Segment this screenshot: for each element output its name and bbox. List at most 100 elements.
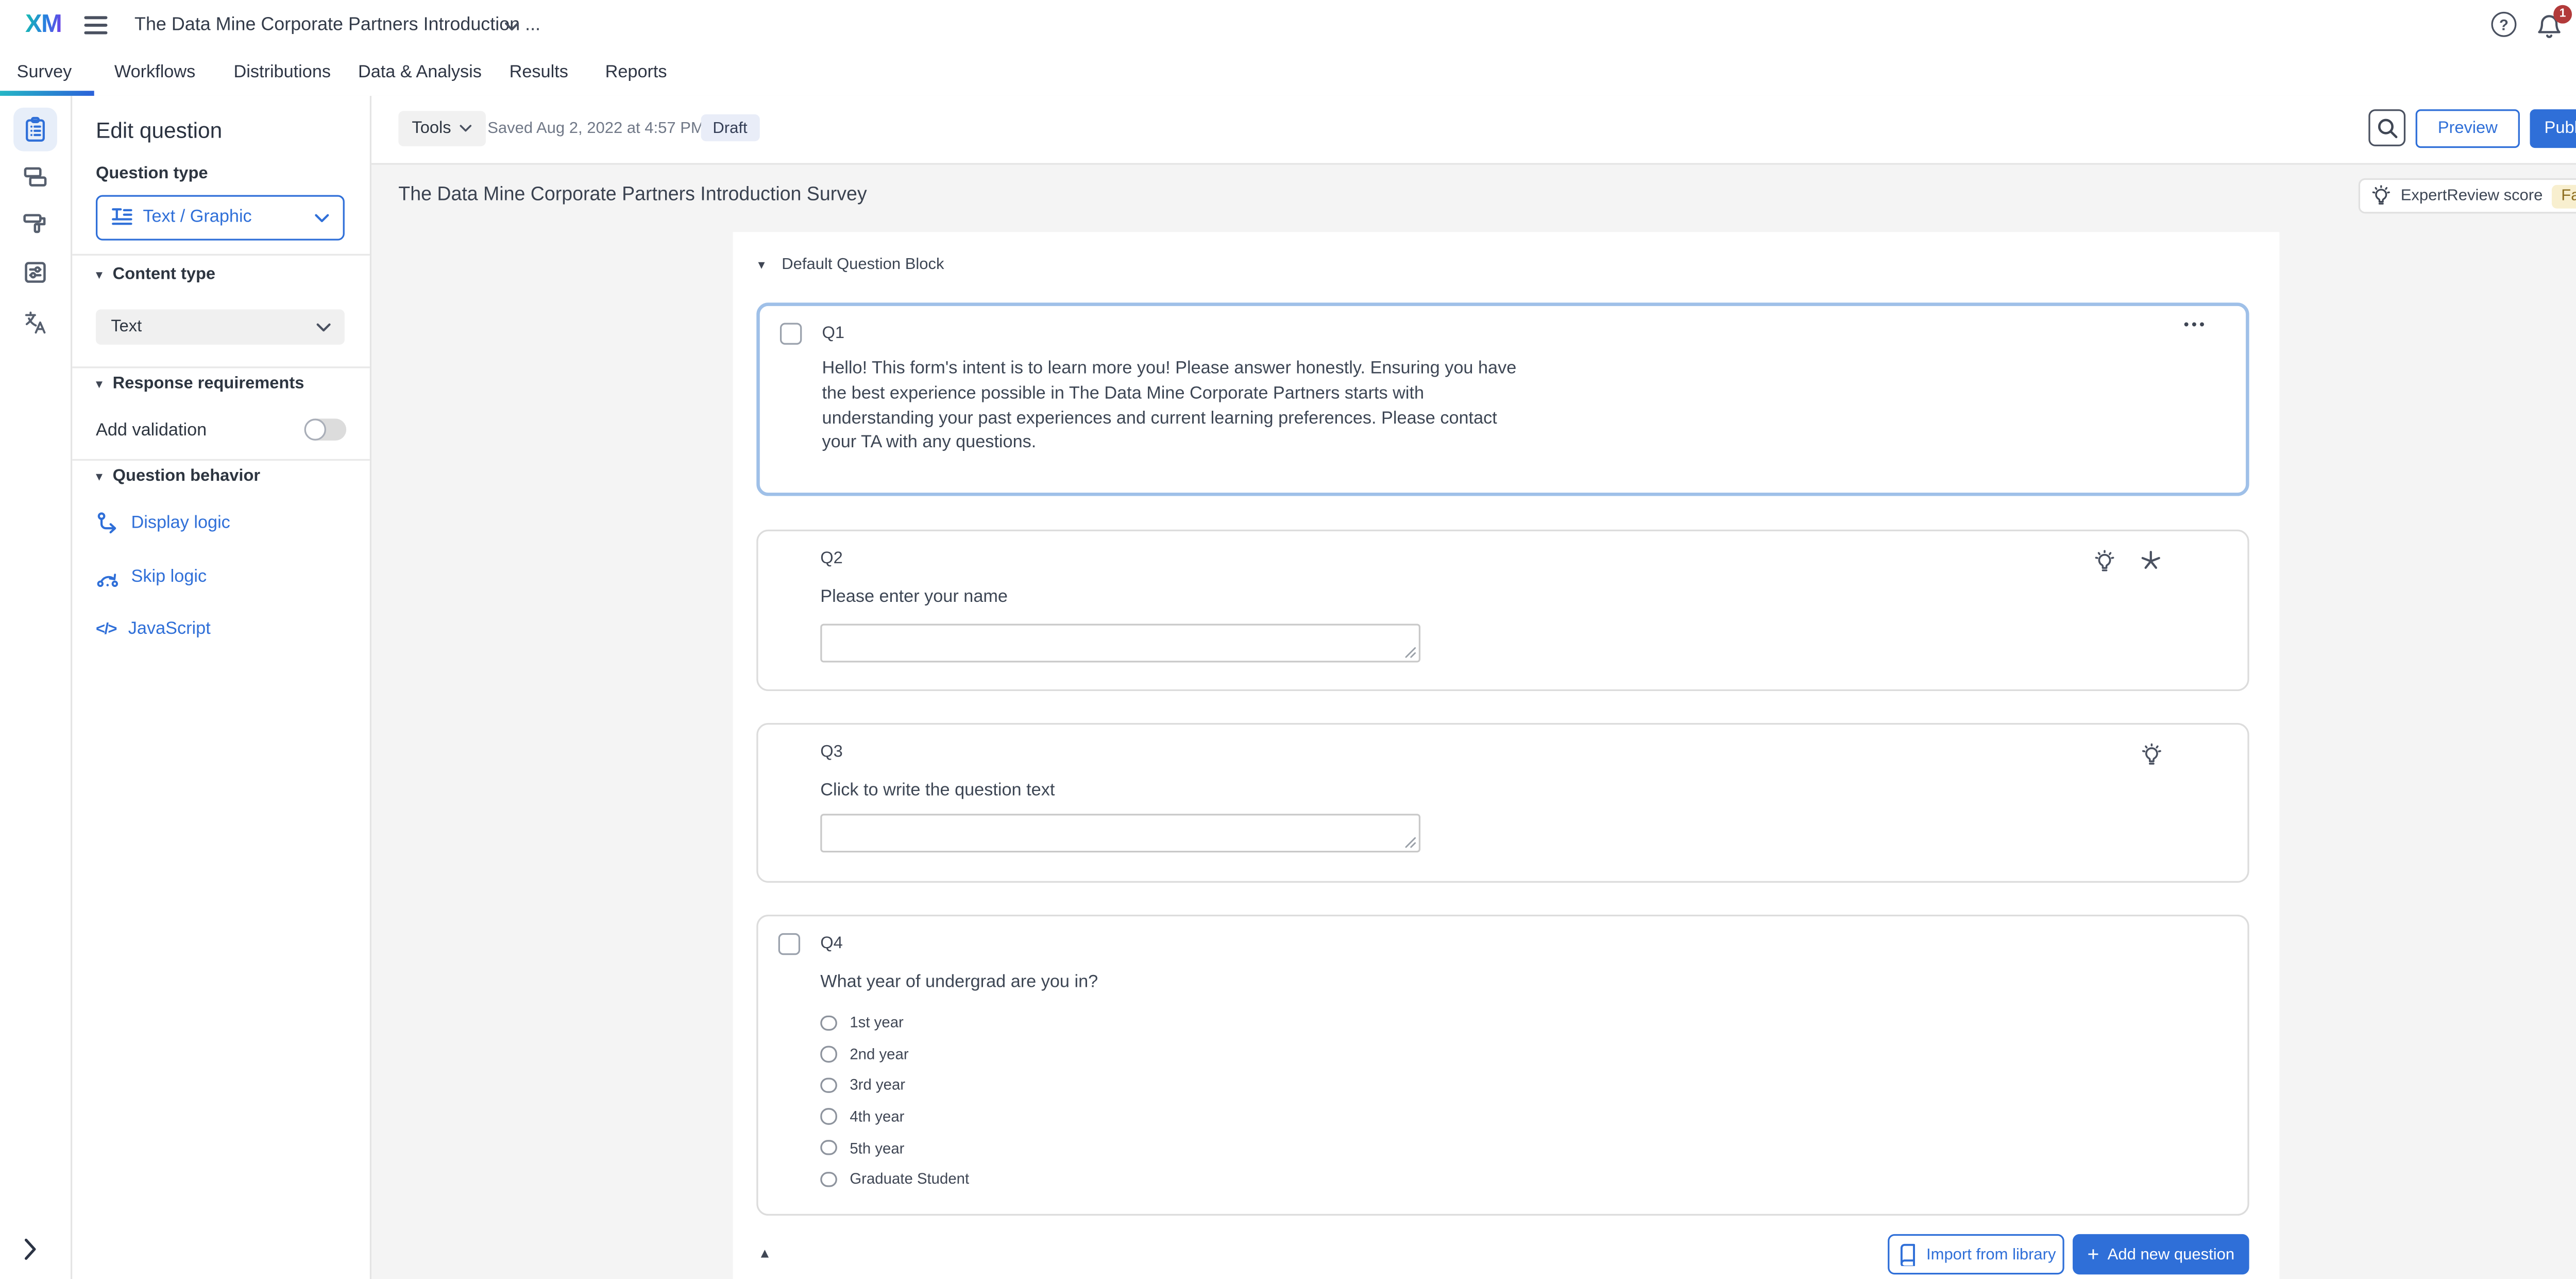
question-card-q2[interactable]: Q2 Please enter your name [756,530,2249,691]
choice-label[interactable]: 1st year [850,1014,903,1031]
text-entry-box[interactable] [820,814,1420,852]
javascript-link[interactable]: </> JavaScript [96,619,211,639]
question-text[interactable]: What year of undergrad are you in? [820,970,1533,995]
tools-button[interactable]: Tools [398,111,486,146]
collapse-block-icon[interactable]: ▾ [758,257,765,272]
search-button[interactable] [2368,109,2405,146]
display-logic-label: Display logic [131,513,230,533]
question-card-q3[interactable]: Q3 Click to write the question text [756,723,2249,883]
project-nav: Survey Workflows Distributions Data & An… [0,51,2576,97]
radio-button[interactable] [820,1171,836,1187]
question-card-q1[interactable]: Q1 ••• Hello! This form's intent is to l… [756,302,2249,496]
add-new-question-button[interactable]: + Add new question [2073,1234,2249,1274]
tab-survey[interactable]: Survey [17,51,72,96]
radio-button[interactable] [820,1108,836,1124]
question-id: Q3 [820,743,843,762]
import-from-library-label: Import from library [1926,1245,2056,1264]
display-logic-icon [96,511,120,535]
collapse-triangle-icon: ▾ [96,377,103,392]
display-logic-link[interactable]: Display logic [96,511,230,535]
block-title: Default Question Block [782,256,944,274]
choice-label[interactable]: 2nd year [850,1046,908,1063]
tab-data-analysis[interactable]: Data & Analysis [358,51,482,96]
skip-logic-label: Skip logic [131,567,207,587]
choice-row: 3rd year [820,1070,969,1101]
book-icon [1896,1242,1918,1266]
look-and-feel-icon[interactable] [22,210,48,237]
survey-builder-icon[interactable] [22,116,48,143]
survey-name-title[interactable]: The Data Mine Corporate Partners Introdu… [134,0,540,51]
choice-row: 5th year [820,1132,969,1164]
last-saved-status: Saved Aug 2, 2022 at 4:57 PM [487,96,704,163]
response-requirements-section-header[interactable]: ▾ Response requirements [96,375,304,394]
divider [72,459,370,461]
expert-review-score-badge: Fair [2551,184,2576,208]
edit-question-panel: Edit question Question type Text / Graph… [72,96,371,1279]
tab-results[interactable]: Results [510,51,568,96]
help-button[interactable]: ? [2491,12,2516,37]
choice-label[interactable]: 4th year [850,1108,904,1125]
question-type-dropdown[interactable]: Text / Graphic [96,195,345,240]
skip-logic-link[interactable]: Skip logic [96,565,207,588]
translations-icon[interactable] [22,309,48,336]
resize-handle-icon[interactable] [1403,646,1417,659]
lightbulb-icon[interactable] [2140,743,2164,767]
lightbulb-icon [2370,185,2392,207]
import-from-library-button[interactable]: Import from library [1888,1234,2064,1274]
collapse-up-arrow-icon[interactable]: ▲ [758,1246,772,1261]
question-text[interactable]: Hello! This form's intent is to learn mo… [822,357,1535,456]
chevron-down-icon[interactable] [504,22,519,32]
ellipsis-menu-icon[interactable]: ••• [2184,316,2208,333]
radio-button[interactable] [820,1015,836,1031]
notifications-bell-icon[interactable]: 1 [2537,13,2562,39]
survey-flow-icon[interactable] [22,163,48,190]
choice-label[interactable]: 5th year [850,1139,904,1156]
survey-options-icon[interactable] [22,259,48,285]
skip-logic-icon [96,565,120,588]
choice-label[interactable]: Graduate Student [850,1171,969,1188]
publish-button[interactable]: Publish [2530,109,2576,148]
expert-review-label: ExpertReview score [2401,187,2543,205]
choice-row: 2nd year [820,1038,969,1070]
question-type-label: Question type [96,165,208,183]
resize-handle-icon[interactable] [1403,836,1417,849]
divider [72,366,370,368]
choice-label[interactable]: 3rd year [850,1077,905,1094]
question-behavior-label: Question behavior [113,467,260,486]
lightbulb-icon[interactable] [2093,550,2116,574]
plus-icon: + [2087,1242,2099,1266]
main-area: Tools Saved Aug 2, 2022 at 4:57 PM Draft… [371,96,2576,1279]
preview-button[interactable]: Preview [2416,109,2520,148]
radio-button[interactable] [820,1078,836,1093]
question-checkbox[interactable] [780,323,802,344]
question-text[interactable]: Click to write the question text [820,779,1533,803]
question-text[interactable]: Please enter your name [820,585,1533,610]
text-graphic-icon [111,207,132,228]
question-behavior-section-header[interactable]: ▾ Question behavior [96,467,260,486]
chevron-down-icon [314,213,329,224]
radio-button[interactable] [820,1046,836,1062]
tools-label: Tools [412,120,451,138]
javascript-label: JavaScript [128,619,211,639]
tab-workflows[interactable]: Workflows [114,51,195,96]
notification-badge: 1 [2553,5,2572,24]
question-id: Q1 [822,325,845,343]
add-new-question-label: Add new question [2108,1245,2234,1264]
tab-distributions[interactable]: Distributions [234,51,331,96]
radio-button[interactable] [820,1140,836,1156]
question-checkbox[interactable] [778,933,800,955]
text-entry-box[interactable] [820,624,1420,662]
toggle-knob [304,418,326,440]
content-type-select[interactable]: Text [96,309,345,345]
top-bar: XM The Data Mine Corporate Partners Intr… [0,0,2576,52]
tab-reports[interactable]: Reports [605,51,667,96]
question-card-q4[interactable]: Q4 What year of undergrad are you in? 1s… [756,915,2249,1216]
divider [72,254,370,256]
expert-review-pill[interactable]: ExpertReview score Fair [2359,178,2576,214]
collapse-triangle-icon: ▾ [96,469,103,484]
expand-rail-chevron-icon[interactable] [24,1237,37,1261]
asterisk-icon[interactable] [2140,550,2162,571]
content-type-section-header[interactable]: ▾ Content type [96,266,215,284]
hamburger-menu-icon[interactable] [84,15,108,35]
add-validation-toggle[interactable] [304,418,347,440]
